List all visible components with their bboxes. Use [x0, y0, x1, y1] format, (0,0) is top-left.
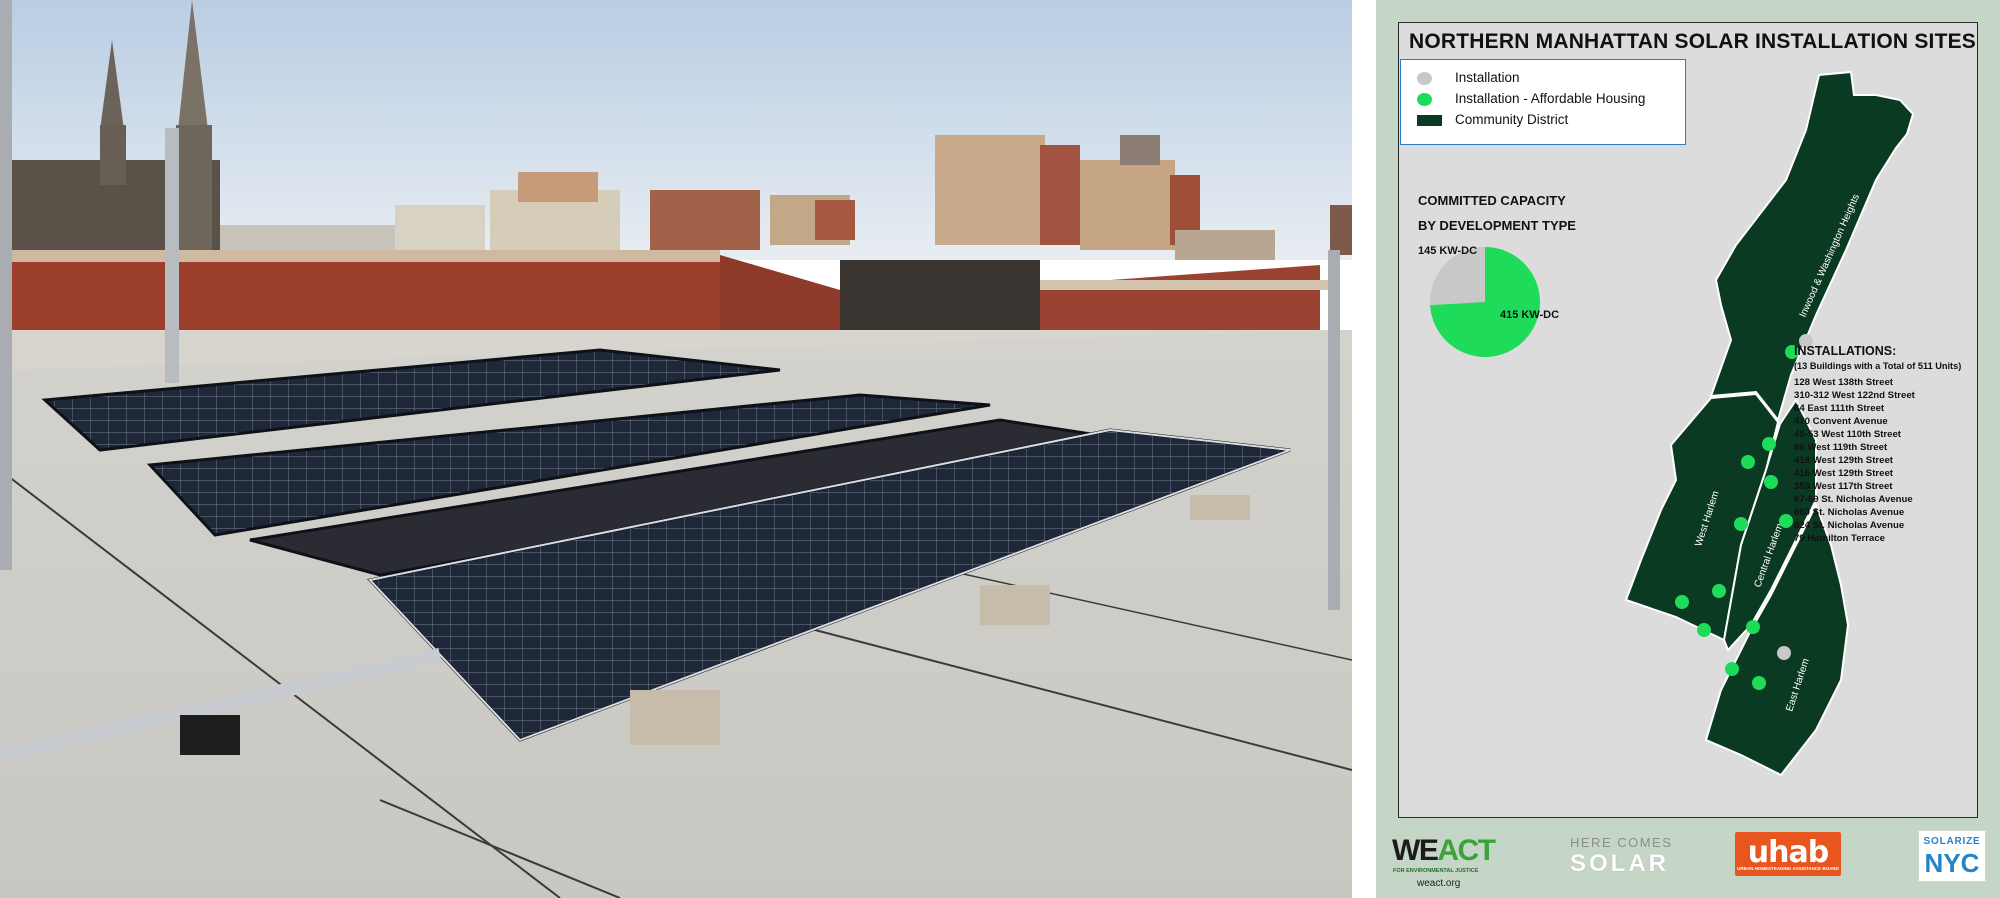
- affordable-housing-dot: [1762, 437, 1776, 451]
- pie-label-affordable-housing: 415 KW-DC: [1500, 309, 1560, 321]
- solarize-nyc-logo: SOLARIZE NYC: [1918, 830, 1986, 882]
- installation-address: 86 West 119th Street: [1794, 442, 1888, 453]
- installation-address: 79 Hamilton Terrace: [1794, 533, 1885, 544]
- affordable-housing-dot: [1741, 455, 1755, 469]
- installation-address: 660 St. Nicholas Avenue: [1794, 507, 1905, 518]
- affordable-housing-dot: [1746, 620, 1760, 634]
- pie-label-installation: 145 KW-DC: [1418, 245, 1478, 257]
- page: Inwood & Washington Heights West Harlem …: [0, 0, 2000, 898]
- installation-dot-icon: [1417, 71, 1432, 85]
- installations-subtitle: (13 Buildings with a Total of 511 Units): [1794, 361, 1962, 371]
- legend-label: Community District: [1455, 112, 1569, 127]
- installation-address: 416 West 129th Street: [1794, 468, 1894, 479]
- installations-list: 128 West 138th Street 310-312 West 122nd …: [1794, 376, 1915, 545]
- installation-address: 470 Convent Avenue: [1794, 416, 1888, 427]
- solarize-logo-line1: SOLARIZE: [1923, 836, 1981, 847]
- affordable-housing-dot: [1734, 517, 1748, 531]
- community-district-swatch-icon: [1417, 114, 1442, 126]
- installation-address: 64 East 111th Street: [1794, 403, 1885, 414]
- affordable-housing-dot: [1779, 514, 1793, 528]
- weact-logo-prefix: WE: [1392, 834, 1439, 867]
- solar-sites-poster: Inwood & Washington Heights West Harlem …: [1376, 0, 2000, 898]
- capacity-title-line2: BY DEVELOPMENT TYPE: [1418, 218, 1576, 233]
- map-legend: Installation Installation - Affordable H…: [1400, 59, 1686, 145]
- uhab-logo: uhab URBAN HOMESTEADING ASSISTANCE BOARD: [1735, 832, 1841, 876]
- affordable-housing-dot: [1752, 676, 1766, 690]
- poster-title: NORTHERN MANHATTAN SOLAR INSTALLATION SI…: [1409, 30, 1977, 53]
- installation-address: 128 West 138th Street: [1794, 377, 1894, 388]
- solarize-logo-line2: NYC: [1924, 848, 1980, 878]
- installation-address: 824 St. Nicholas Avenue: [1794, 520, 1905, 531]
- affordable-housing-dot: [1712, 584, 1726, 598]
- affordable-housing-dot: [1675, 595, 1689, 609]
- rooftop-solar-photo: [0, 0, 1352, 898]
- installation-dot: [1777, 646, 1791, 660]
- capacity-title-line1: COMMITTED CAPACITY: [1418, 193, 1566, 208]
- here-comes-solar-logo-line1: HERE COMES: [1570, 835, 1673, 850]
- uhab-logo-text: uhab: [1747, 835, 1829, 870]
- here-comes-solar-logo-line2: SOLAR: [1570, 850, 1669, 877]
- weact-logo-subtitle: FOR ENVIRONMENTAL JUSTICE: [1393, 868, 1479, 874]
- installation-address: 67-69 St. Nicholas Avenue: [1794, 494, 1913, 505]
- affordable-housing-dot-icon: [1417, 92, 1432, 106]
- affordable-housing-dot: [1725, 662, 1739, 676]
- uhab-logo-subtitle: URBAN HOMESTEADING ASSISTANCE BOARD: [1737, 866, 1839, 871]
- legend-label: Installation: [1455, 70, 1520, 85]
- affordable-housing-dot: [1697, 623, 1711, 637]
- installation-address: 310-312 West 122nd Street: [1794, 390, 1915, 401]
- weact-url: weact.org: [1417, 878, 1461, 889]
- weact-logo-suffix: ACT: [1437, 834, 1496, 867]
- legend-label: Installation - Affordable Housing: [1455, 91, 1646, 106]
- installation-address: 45-53 West 110th Street: [1794, 429, 1902, 440]
- affordable-housing-dot: [1764, 475, 1778, 489]
- installations-title: INSTALLATIONS:: [1794, 344, 1897, 358]
- installation-address: 418 West 129th Street: [1794, 455, 1894, 466]
- weact-logo: WEACT: [1392, 834, 1496, 868]
- installation-address: 353 West 117th Street: [1794, 481, 1893, 492]
